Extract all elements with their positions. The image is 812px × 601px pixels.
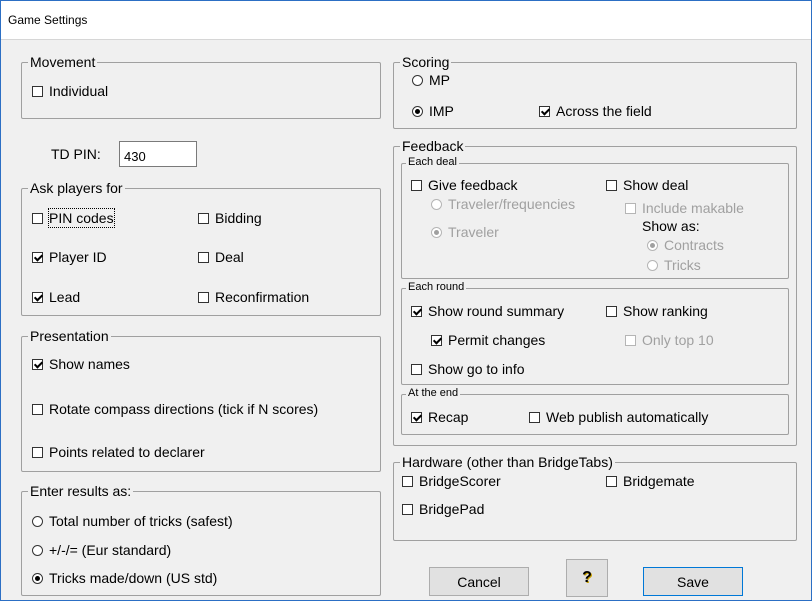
contracts-radio-circle[interactable] <box>647 239 658 251</box>
web-publish-checkbox[interactable]: Web publish automatically <box>529 408 708 426</box>
enter-results-label: Enter results as: <box>28 483 134 499</box>
help-button[interactable]: ? <box>566 559 608 597</box>
across-field-checkbox[interactable]: Across the field <box>539 102 652 120</box>
scoring-label: Scoring <box>400 54 452 70</box>
show-ranking-box[interactable] <box>606 305 617 317</box>
deal-checkbox[interactable]: Deal <box>198 248 244 266</box>
traveler-radio[interactable]: Traveler <box>431 223 499 241</box>
show-as-label: Show as: <box>642 218 700 234</box>
give-feedback-checkbox[interactable]: Give feedback <box>411 176 518 194</box>
tricks-radio-circle[interactable] <box>647 259 658 271</box>
traveler-radio-circle[interactable] <box>431 226 442 238</box>
recap-checkbox[interactable]: Recap <box>411 408 468 426</box>
show-round-summary-box[interactable] <box>411 305 422 317</box>
rotate-compass-checkbox[interactable]: Rotate compass directions (tick if N sco… <box>32 400 318 418</box>
feedback-label: Feedback <box>400 138 466 154</box>
mp-radio-circle[interactable] <box>412 74 423 86</box>
permit-changes-checkbox[interactable]: Permit changes <box>431 331 545 349</box>
reconfirmation-checkbox[interactable]: Reconfirmation <box>198 288 309 306</box>
bridgemate-box[interactable] <box>606 475 617 487</box>
tricks-radio[interactable]: Tricks <box>647 257 701 273</box>
contracts-radio[interactable]: Contracts <box>647 237 724 253</box>
cancel-button[interactable]: Cancel <box>429 567 529 596</box>
tricks-made-radio[interactable]: Tricks made/down (US std) <box>32 569 217 587</box>
player-id-checkbox[interactable]: Player ID <box>32 248 107 266</box>
game-settings-window: Game Settings Movement Individual TD PIN… <box>0 0 812 601</box>
each-deal-label: Each deal <box>406 156 459 169</box>
traveler-frequencies-radio[interactable]: Traveler/frequencies <box>431 195 575 213</box>
rotate-compass-box[interactable] <box>32 403 43 415</box>
include-makable-box[interactable] <box>625 202 636 214</box>
bridgepad-checkbox[interactable]: BridgePad <box>402 500 484 518</box>
total-tricks-radio-circle[interactable] <box>32 515 43 527</box>
reconfirmation-box[interactable] <box>198 291 209 303</box>
show-deal-box[interactable] <box>606 179 617 191</box>
td-pin-label: TD PIN: <box>51 146 101 162</box>
bridgemate-checkbox[interactable]: Bridgemate <box>606 472 695 490</box>
bidding-checkbox[interactable]: Bidding <box>198 209 262 227</box>
each-round-label: Each round <box>406 281 467 294</box>
permit-changes-box[interactable] <box>431 334 442 346</box>
movement-label: Movement <box>28 54 98 70</box>
across-field-box[interactable] <box>539 105 550 117</box>
save-button[interactable]: Save <box>643 567 743 596</box>
at-end-label: At the end <box>406 387 461 400</box>
td-pin-input[interactable] <box>119 141 197 167</box>
only-top10-checkbox[interactable]: Only top 10 <box>625 331 714 349</box>
bridgepad-box[interactable] <box>402 503 413 515</box>
imp-radio[interactable]: IMP <box>412 102 454 120</box>
show-goto-info-checkbox[interactable]: Show go to info <box>411 360 525 378</box>
player-id-box[interactable] <box>32 251 43 263</box>
show-names-box[interactable] <box>32 358 43 370</box>
ask-players-label: Ask players for <box>28 180 125 196</box>
lead-box[interactable] <box>32 291 43 303</box>
pin-codes-checkbox[interactable]: PIN codes <box>32 208 115 228</box>
bidding-box[interactable] <box>198 212 209 224</box>
show-deal-checkbox[interactable]: Show deal <box>606 176 688 194</box>
window-title: Game Settings <box>8 13 88 27</box>
web-publish-box[interactable] <box>529 411 540 423</box>
recap-box[interactable] <box>411 411 422 423</box>
imp-radio-circle[interactable] <box>412 105 423 117</box>
mp-radio[interactable]: MP <box>412 71 450 89</box>
show-goto-info-box[interactable] <box>411 363 422 375</box>
individual-checkbox[interactable]: Individual <box>32 82 108 100</box>
hardware-label: Hardware (other than BridgeTabs) <box>400 454 615 470</box>
presentation-label: Presentation <box>28 328 111 344</box>
bridgescorer-box[interactable] <box>402 475 413 487</box>
title-bar: Game Settings <box>1 1 811 40</box>
plus-minus-radio[interactable]: +/-/= (Eur standard) <box>32 541 171 559</box>
only-top10-box[interactable] <box>625 334 636 346</box>
pin-codes-box[interactable] <box>32 212 43 224</box>
include-makable-checkbox[interactable]: Include makable <box>625 199 744 217</box>
lead-checkbox[interactable]: Lead <box>32 288 80 306</box>
show-ranking-checkbox[interactable]: Show ranking <box>606 302 708 320</box>
plus-minus-radio-circle[interactable] <box>32 544 43 556</box>
bridgescorer-checkbox[interactable]: BridgeScorer <box>402 472 501 490</box>
total-tricks-radio[interactable]: Total number of tricks (safest) <box>32 512 233 530</box>
tricks-made-radio-circle[interactable] <box>32 572 43 584</box>
traveler-frequencies-radio-circle[interactable] <box>431 198 442 210</box>
show-round-summary-checkbox[interactable]: Show round summary <box>411 302 564 320</box>
points-declarer-checkbox[interactable]: Points related to declarer <box>32 443 205 461</box>
help-question-icon: ? <box>582 569 592 586</box>
show-names-checkbox[interactable]: Show names <box>32 355 130 373</box>
give-feedback-box[interactable] <box>411 179 422 191</box>
deal-box[interactable] <box>198 251 209 263</box>
individual-box[interactable] <box>32 85 43 97</box>
points-declarer-box[interactable] <box>32 446 43 458</box>
